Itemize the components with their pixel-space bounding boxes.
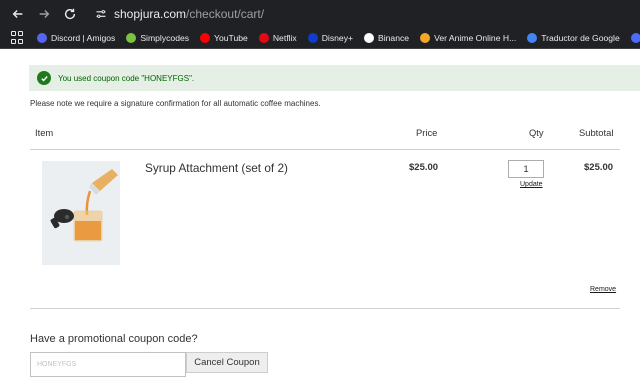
bookmark-item[interactable]: Ver Anime Online H... [420,32,517,43]
item-subtotal: $25.00 [584,162,614,173]
bookmark-item[interactable]: Binance [364,32,410,43]
bookmark-item[interactable]: Disney+ [307,32,354,43]
column-header-item: Item [35,127,54,138]
arrow-left-icon [12,9,23,18]
bookmark-label: Ver Anime Online H... [434,32,517,43]
reload-button[interactable] [58,2,82,26]
bookmark-label: Binance [378,32,410,43]
quantity-input[interactable] [508,160,544,178]
arrow-right-icon [39,9,50,18]
forward-button[interactable] [32,2,56,26]
column-header-price: Price [416,127,438,138]
url-path: /checkout/cart/ [186,6,265,21]
item-divider [30,308,620,309]
bookmark-item[interactable]: Simplycodes [126,32,190,43]
column-header-subtotal: Subtotal [579,127,614,138]
signature-note: Please note we require a signature confi… [30,99,321,108]
bookmark-label: Simplycodes [140,32,190,43]
notice-message: You used coupon code "HONEYFGS". [58,73,195,83]
apps-grid-icon[interactable] [11,30,23,45]
reload-icon [64,8,76,19]
youtube-icon [200,32,211,43]
deepseek-icon [630,32,640,43]
bookmark-label: Traductor de Google [541,32,620,43]
promo-title: Have a promotional coupon code? [30,333,198,345]
remove-link[interactable]: Remove [590,286,616,293]
bookmark-label: Netflix [272,32,297,43]
netflix-icon [258,32,269,43]
browser-toolbar: shopjura.com/checkout/cart/ [0,0,640,27]
address-bar[interactable]: shopjura.com/checkout/cart/ [88,2,634,25]
bookmark-label: Discord | Amigos [51,32,116,43]
simplycodes-icon [126,32,137,43]
binance-icon [364,32,375,43]
column-header-qty: Qty [529,127,544,138]
bookmark-label: Disney+ [321,32,354,43]
site-info-icon[interactable] [92,5,110,23]
url-text: shopjura.com/checkout/cart/ [114,7,264,21]
checkmark-icon [37,71,51,85]
bookmark-item[interactable]: Traductor de Google [527,32,620,43]
header-divider [30,149,620,150]
product-name[interactable]: Syrup Attachment (set of 2) [145,161,288,175]
google-translate-icon [527,32,538,43]
bookmark-label: YouTube [214,32,248,43]
url-host: shopjura.com [114,6,187,21]
bookmarks-bar: Discord | Amigos Simplycodes YouTube Netfli… [0,27,640,49]
back-button[interactable] [6,2,30,26]
cart-page: You used coupon code "HONEYFGS". Please … [0,50,640,387]
anime-icon [420,32,431,43]
cancel-coupon-button[interactable]: Cancel Coupon [186,352,268,373]
bookmark-item[interactable]: Discord | Amigos [37,32,116,43]
item-price: $25.00 [409,162,439,173]
bookmark-item[interactable]: YouTube [200,32,248,43]
bookmark-item[interactable]: DeepSeek - Into [630,32,640,43]
disney-plus-icon [307,32,318,43]
product-image[interactable] [42,161,120,265]
update-link[interactable]: Update [520,181,543,188]
bookmark-item[interactable]: Netflix [258,32,297,43]
coupon-code-input[interactable] [30,352,186,377]
discord-icon [37,32,47,43]
bookmark-list: Discord | Amigos Simplycodes YouTube Netfli… [37,32,640,43]
coupon-success-notice: You used coupon code "HONEYFGS". [29,65,640,91]
